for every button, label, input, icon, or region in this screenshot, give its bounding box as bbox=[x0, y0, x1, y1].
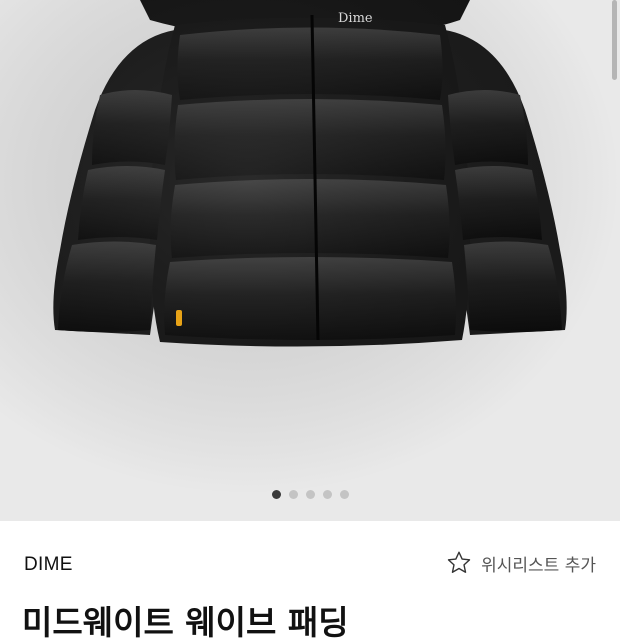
wishlist-label: 위시리스트 추가 bbox=[481, 555, 596, 576]
carousel-dot[interactable] bbox=[339, 490, 349, 499]
product-image-logo: Dime bbox=[338, 11, 373, 26]
carousel-dot[interactable] bbox=[288, 490, 298, 499]
brand-name[interactable]: DIME bbox=[24, 554, 73, 576]
product-image-gallery[interactable]: Dime bbox=[0, 0, 620, 521]
carousel-dot[interactable] bbox=[271, 490, 281, 499]
carousel-dot[interactable] bbox=[322, 490, 332, 499]
product-title: 미드웨이트 웨이브 패딩 bbox=[22, 603, 349, 642]
wishlist-add-button[interactable]: 위시리스트 추가 bbox=[445, 549, 596, 577]
star-outline-icon bbox=[445, 549, 473, 577]
carousel-pagination bbox=[0, 490, 620, 499]
carousel-dot[interactable] bbox=[305, 490, 315, 499]
product-info: DIME 위시리스트 추가 미드웨이트 웨이브 패딩 bbox=[0, 521, 620, 642]
product-image-jacket: Dime bbox=[0, 0, 620, 521]
scrollbar-thumb[interactable] bbox=[612, 0, 617, 80]
